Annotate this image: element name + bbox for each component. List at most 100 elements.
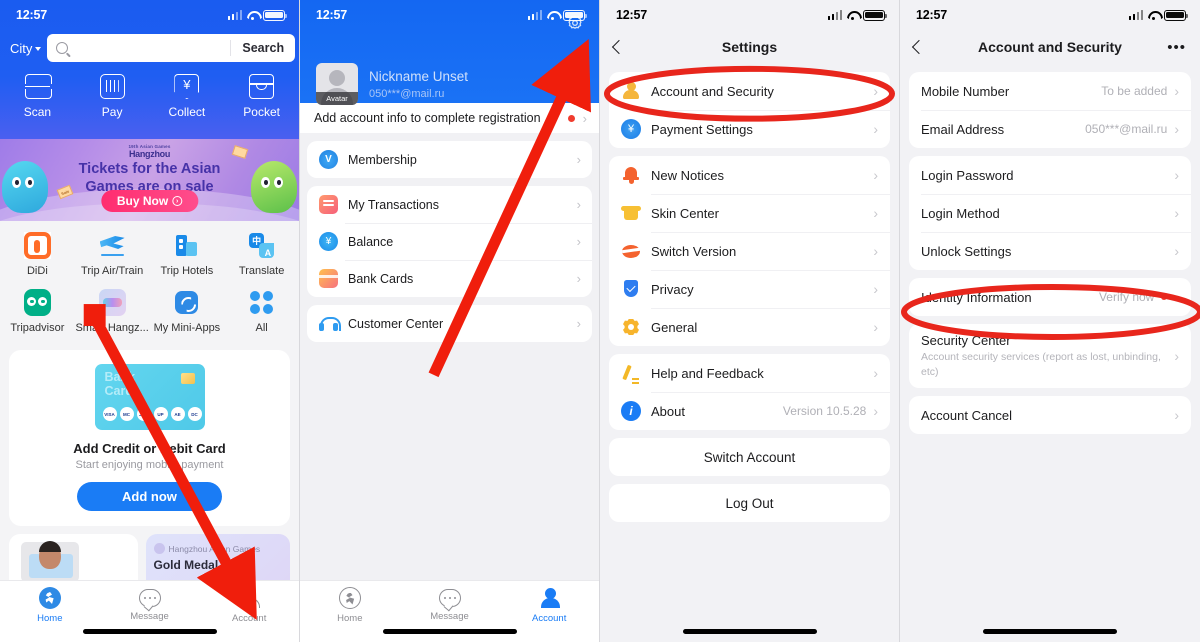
profile-email: 050***@mail.ru: [369, 87, 445, 100]
account-icon: [238, 587, 260, 609]
screenshot-root: 12:57 City Search Scan Pay ¥ Collect Poc…: [0, 0, 1200, 642]
app-tripadvisor[interactable]: Tripadvisor: [0, 289, 75, 334]
switch-version-icon: [621, 241, 641, 261]
page-title: Settings: [721, 39, 778, 55]
app-didi[interactable]: DiDi: [0, 232, 75, 277]
battery-icon: [563, 9, 588, 21]
app-label: Trip Air/Train: [81, 265, 144, 277]
card-networks: VISA MC JCB UP AE DC: [102, 407, 202, 421]
chevron-right-icon: ›: [873, 121, 878, 137]
settings-group-1: Account and Security › Payment Settings …: [609, 72, 890, 148]
app-translate[interactable]: 中A Translate: [224, 232, 299, 277]
profile-block[interactable]: Avatar Nickname Unset 050***@mail.ru: [300, 30, 599, 105]
row-switch-version[interactable]: Switch Version ›: [609, 232, 890, 270]
chevron-right-icon: ›: [873, 319, 878, 335]
avatar[interactable]: Avatar: [316, 63, 358, 105]
tab-home[interactable]: Home: [300, 587, 400, 624]
row-privacy[interactable]: Privacy ›: [609, 270, 890, 308]
city-selector[interactable]: City: [10, 41, 42, 56]
app-label: DiDi: [26, 265, 48, 277]
battery-icon: [1164, 9, 1189, 21]
row-bank-cards[interactable]: Bank Cards ›: [307, 260, 592, 297]
app-trip-air-train[interactable]: Trip Air/Train: [75, 232, 150, 277]
chevron-right-icon: ›: [873, 205, 878, 221]
app-trip-hotels[interactable]: Trip Hotels: [150, 232, 225, 277]
row-my-transactions[interactable]: My Transactions ›: [307, 186, 592, 223]
quick-action-collect[interactable]: ¥ Collect: [150, 74, 225, 119]
battery-icon: [863, 9, 888, 21]
log-out-button[interactable]: Log Out: [609, 484, 890, 522]
buy-now-button[interactable]: Buy Now ›: [100, 190, 199, 212]
chevron-right-icon: ›: [576, 271, 581, 286]
row-label: Switch Version: [651, 243, 737, 259]
tab-message[interactable]: Message: [100, 587, 200, 622]
quick-action-pocket[interactable]: Pocket: [224, 74, 299, 119]
payment-settings-icon: [621, 119, 641, 139]
add-now-button[interactable]: Add now: [77, 482, 222, 511]
row-new-notices[interactable]: New Notices ›: [609, 156, 890, 194]
row-skin-center[interactable]: Skin Center ›: [609, 194, 890, 232]
tab-home[interactable]: Home: [0, 587, 100, 624]
status-indicators: [527, 9, 588, 21]
search-box[interactable]: Search: [47, 34, 296, 62]
chevron-right-icon: ›: [873, 281, 878, 297]
status-time: 12:57: [16, 8, 47, 22]
chevron-right-icon: ›: [576, 234, 581, 249]
row-label: Security Center: [921, 333, 1011, 348]
barcode-icon: [99, 74, 125, 99]
status-time: 12:57: [616, 8, 647, 22]
row-account-and-security[interactable]: Account and Security ›: [609, 72, 890, 110]
tab-message[interactable]: Message: [400, 587, 500, 622]
row-unlock-settings[interactable]: Unlock Settings ›: [909, 232, 1191, 270]
phone-screen-account-security: 12:57 Account and Security ••• Mobile Nu…: [900, 0, 1200, 642]
row-label: Login Password: [921, 167, 1014, 183]
row-login-method[interactable]: Login Method ›: [909, 194, 1191, 232]
row-email-address[interactable]: Email Address 050***@mail.ru ›: [909, 110, 1191, 148]
row-label: About: [651, 403, 685, 419]
search-button[interactable]: Search: [230, 40, 295, 56]
message-icon: [138, 589, 161, 607]
phone-screen-home: 12:57 City Search Scan Pay ¥ Collect Poc…: [0, 0, 300, 642]
row-identity-information[interactable]: Identity Information Verify now ›: [909, 278, 1191, 316]
row-help-and-feedback[interactable]: Help and Feedback ›: [609, 354, 890, 392]
row-label: Privacy: [651, 281, 694, 297]
row-customer-center[interactable]: Customer Center ›: [307, 305, 592, 342]
chevron-right-icon: ›: [576, 197, 581, 212]
registration-row[interactable]: Add account info to complete registratio…: [300, 103, 599, 133]
quick-action-pay[interactable]: Pay: [75, 74, 150, 119]
row-payment-settings[interactable]: Payment Settings ›: [609, 110, 890, 148]
row-membership[interactable]: Membership ›: [307, 141, 592, 178]
tab-account[interactable]: Account: [499, 587, 599, 624]
card-chip-icon: [180, 373, 195, 384]
row-label: Unlock Settings: [921, 243, 1012, 259]
app-row: Tripadvisor Smart Hangz... My Mini-Apps …: [0, 289, 299, 334]
chevron-right-icon: ›: [576, 152, 581, 167]
row-mobile-number[interactable]: Mobile Number To be added ›: [909, 72, 1191, 110]
row-balance[interactable]: Balance ›: [307, 223, 592, 260]
status-time: 12:57: [316, 8, 347, 22]
app-all[interactable]: All: [224, 289, 299, 334]
quick-action-scan[interactable]: Scan: [0, 74, 75, 119]
search-input[interactable]: [68, 41, 231, 55]
bank-card-text: Bank Card: [104, 370, 136, 398]
chevron-right-icon: ›: [1174, 167, 1179, 183]
cellular-signal-icon: [827, 10, 842, 20]
app-label: Tripadvisor: [10, 322, 65, 334]
promo-banner[interactable]: Sale 19th Asian Games Hangzhou Tickets f…: [0, 139, 299, 221]
shield-check-icon: [621, 279, 641, 299]
bank-cards-icon: [319, 269, 338, 288]
app-my-mini-apps[interactable]: My Mini-Apps: [150, 289, 225, 334]
tab-label: Home: [37, 613, 63, 624]
switch-account-button[interactable]: Switch Account: [609, 438, 890, 476]
network-logo: MC: [119, 407, 134, 421]
row-account-cancel[interactable]: Account Cancel ›: [909, 396, 1191, 434]
tab-account[interactable]: Account: [199, 587, 299, 624]
more-dots-icon[interactable]: •••: [1167, 40, 1186, 55]
row-general[interactable]: General ›: [609, 308, 890, 346]
row-login-password[interactable]: Login Password ›: [909, 156, 1191, 194]
bell-icon: [621, 165, 641, 185]
row-about[interactable]: About Version 10.5.28 ›: [609, 392, 890, 430]
row-value: Version 10.5.28: [782, 404, 867, 418]
row-security-center[interactable]: Security Center Account security service…: [909, 324, 1191, 388]
app-smart-hangzhou[interactable]: Smart Hangz...: [75, 289, 150, 334]
